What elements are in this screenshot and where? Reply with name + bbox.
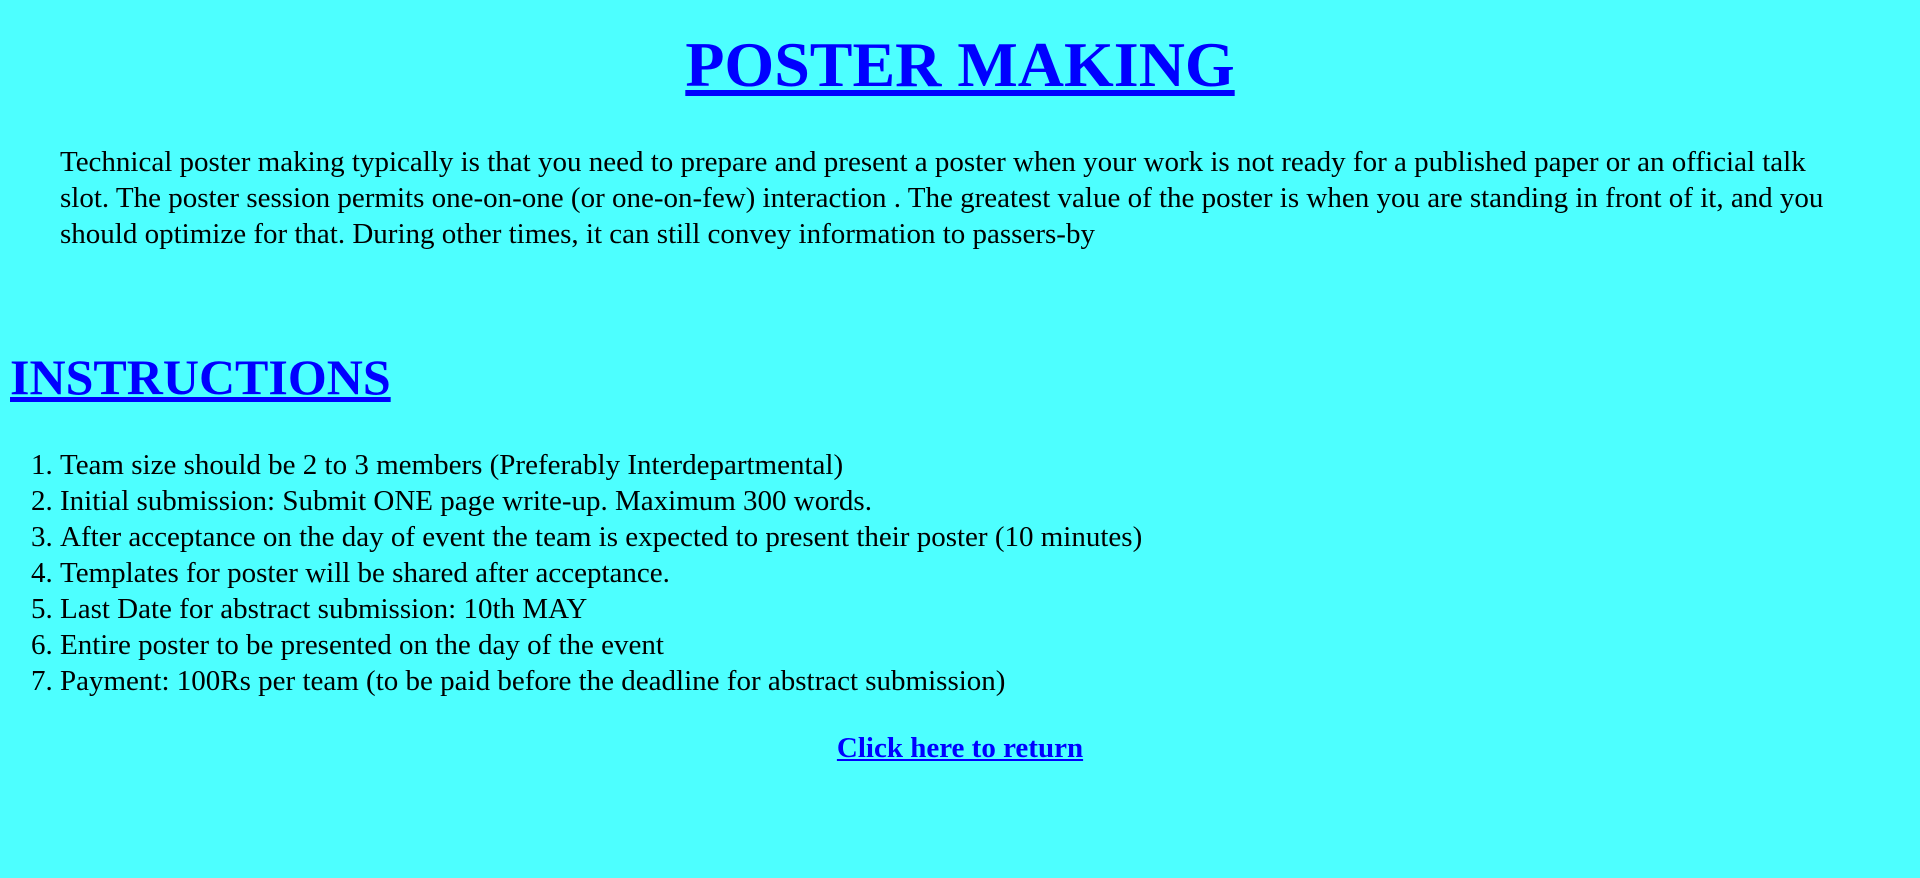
list-item: Team size should be 2 to 3 members (Pref… [60,447,1142,483]
instructions-heading: INSTRUCTIONS [10,345,391,409]
page-title: POSTER MAKING [0,22,1920,108]
list-item: Templates for poster will be shared afte… [60,555,1142,591]
list-item: Payment: 100Rs per team (to be paid befo… [60,663,1142,699]
list-item: After acceptance on the day of event the… [60,519,1142,555]
list-item: Entire poster to be presented on the day… [60,627,1142,663]
instructions-list: Team size should be 2 to 3 members (Pref… [0,447,1142,699]
instructions-heading-link[interactable]: INSTRUCTIONS [10,349,391,405]
list-item: Last Date for abstract submission: 10th … [60,591,1142,627]
return-link-container: Click here to return [0,730,1920,766]
return-link[interactable]: Click here to return [837,732,1083,764]
list-item: Initial submission: Submit ONE page writ… [60,483,1142,519]
page: POSTER MAKING Technical poster making ty… [0,0,1920,878]
intro-paragraph: Technical poster making typically is tha… [60,146,1824,250]
page-title-link[interactable]: POSTER MAKING [685,29,1234,100]
